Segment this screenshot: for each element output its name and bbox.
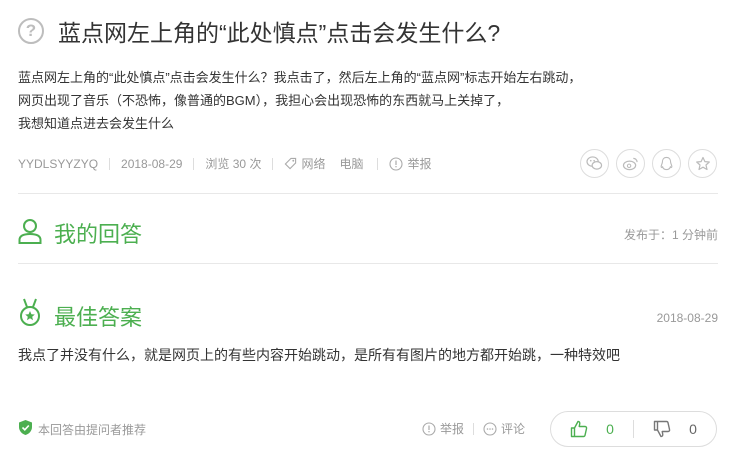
recommend-note: 本回答由提问者推荐 — [18, 419, 146, 439]
meta-divider — [377, 157, 379, 170]
upvote-count: 0 — [606, 421, 614, 437]
thumbs-down-icon — [653, 420, 671, 438]
user-icon — [18, 218, 42, 249]
view-count: 浏览 30 次 — [205, 157, 262, 171]
downvote-count: 0 — [689, 421, 697, 437]
section-divider — [18, 263, 718, 264]
meta-divider — [272, 157, 274, 170]
question-meta: YYDLSYYZYQ 2018-08-29 浏览 30 次 网络 电脑 举报 — [18, 155, 432, 172]
comment-icon — [483, 421, 497, 436]
question-body-line: 网页出现了音乐（不恐怖，像普通的BGM），我担心会出现恐怖的东西就马上关掉了， — [18, 93, 510, 108]
qzone-icon[interactable] — [688, 149, 717, 178]
report-icon — [389, 156, 404, 171]
question-date: 2018-08-29 — [121, 156, 183, 171]
answer-actions: 举报 评论 — [422, 420, 525, 437]
medal-icon — [18, 298, 42, 333]
upvote-button[interactable]: 0 — [551, 420, 633, 438]
verified-shield-icon — [18, 419, 33, 439]
qq-icon[interactable] — [652, 149, 681, 178]
author-link[interactable]: YYDLSYYZYQ — [18, 157, 98, 171]
publish-time: 发布于：1 分钟前 — [623, 228, 718, 242]
question-body: 蓝点网左上角的“此处慎点”点击会发生什么？我点击了，然后左上角的“蓝点网”标志开… — [18, 66, 718, 135]
question-body-line: 蓝点网左上角的“此处慎点”点击会发生什么？我点击了，然后左上角的“蓝点网”标志开… — [18, 70, 582, 85]
best-answer-heading: 最佳答案 — [54, 304, 143, 330]
tag-icon — [284, 157, 297, 170]
best-answer-text: 我点了并没有什么，就是网页上的有些内容开始跳动，是所有有图片的地方都开始跳，一种… — [18, 347, 620, 363]
section-divider — [18, 193, 718, 194]
vote-box: 0 0 — [550, 411, 717, 447]
action-divider — [473, 422, 475, 435]
weibo-icon[interactable] — [616, 149, 645, 178]
best-answer-header: 最佳答案 — [18, 298, 142, 333]
wechat-icon[interactable] — [580, 149, 609, 178]
share-bar — [573, 149, 717, 178]
question-title: 蓝点网左上角的“此处慎点”点击会发生什么? — [58, 20, 501, 46]
best-answer-date: 2018-08-29 — [656, 311, 718, 325]
my-answer-heading: 我的回答 — [54, 222, 143, 247]
report-icon — [422, 421, 436, 436]
question-body-line: 我想知道点进去会发生什么 — [18, 116, 175, 131]
tag-link[interactable]: 网络 — [301, 155, 325, 172]
report-link[interactable]: 举报 — [407, 155, 431, 172]
meta-divider — [193, 157, 195, 170]
tag-link[interactable]: 电脑 — [339, 155, 363, 172]
thumbs-up-icon — [570, 420, 588, 438]
question-mark-icon: ? — [18, 18, 44, 44]
my-answer-header: 我的回答 — [18, 217, 142, 249]
comment-link[interactable]: 评论 — [501, 420, 525, 437]
report-link[interactable]: 举报 — [440, 420, 464, 437]
meta-divider — [109, 157, 111, 170]
recommend-label: 本回答由提问者推荐 — [38, 422, 147, 437]
downvote-button[interactable]: 0 — [634, 420, 716, 438]
question-header: ? 蓝点网左上角的“此处慎点”点击会发生什么? — [18, 14, 500, 48]
